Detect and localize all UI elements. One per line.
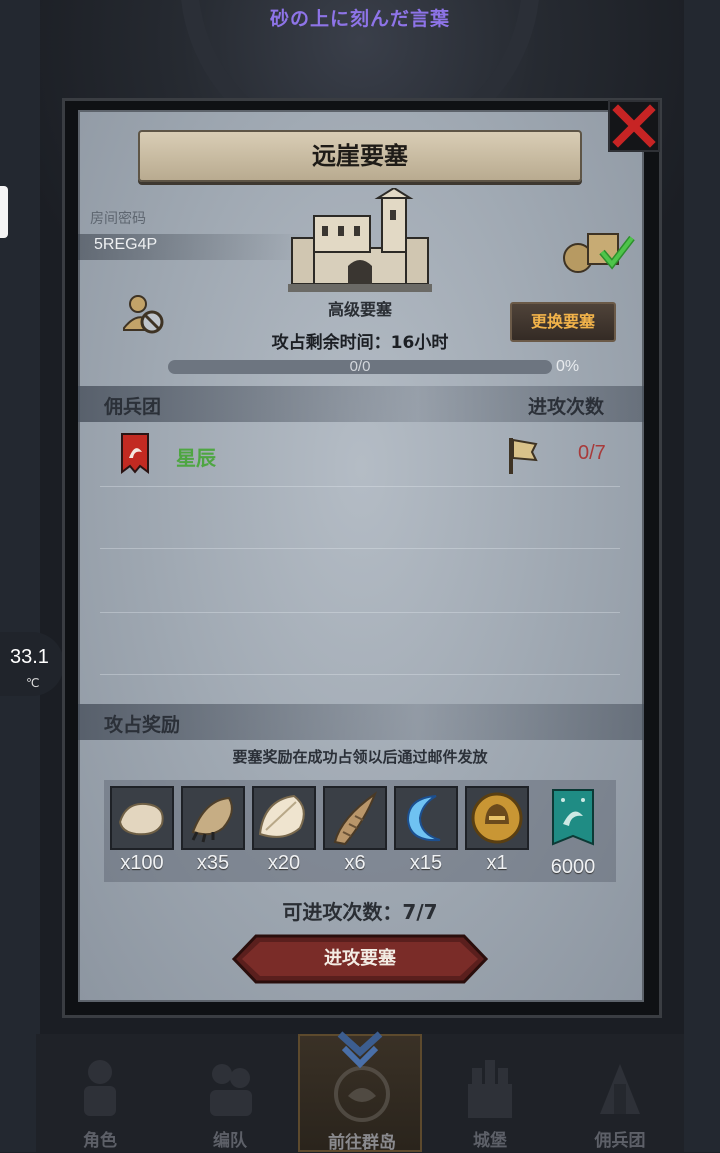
- mercenary-attack-count: 0/7: [578, 442, 606, 464]
- helmet-medal-icon: [471, 792, 523, 844]
- reward-quantity: 6000: [550, 856, 596, 878]
- row-divider: [100, 486, 620, 487]
- row-divider: [100, 674, 620, 675]
- reward-slot: [181, 786, 245, 850]
- beast-claw-icon: [191, 796, 233, 843]
- reward-item[interactable]: x6: [323, 786, 387, 875]
- guild-banner-icon: [121, 433, 149, 474]
- reward-quantity: x6: [344, 852, 366, 874]
- top-banner: 砂の上に刻んだ言葉: [269, 8, 450, 30]
- progress-percent: 0%: [556, 358, 580, 375]
- temperature-value: 33.1: [10, 646, 49, 668]
- nav-label: 城堡: [473, 1131, 507, 1151]
- mercenary-icon: [600, 1064, 640, 1114]
- nav-item-character[interactable]: 角色: [38, 1034, 162, 1152]
- reward-quantity: x20: [267, 852, 301, 874]
- side-handle-icon[interactable]: [0, 186, 8, 238]
- reward-quantity: x15: [409, 852, 443, 874]
- fortress-grade: 高级要塞: [327, 300, 392, 319]
- nav-item-castle[interactable]: 城堡: [428, 1034, 552, 1152]
- nav-label: 佣兵团: [594, 1131, 646, 1151]
- reward-slot: [252, 786, 316, 850]
- attack-fortress-label: 进攻要塞: [324, 948, 396, 969]
- reward-item[interactable]: x100: [110, 786, 174, 875]
- squad-icon: [210, 1064, 252, 1116]
- right-edge: [684, 0, 720, 1152]
- nav-label: 角色: [83, 1131, 117, 1151]
- guild-banner-icon: [552, 789, 594, 846]
- remaining-attempts: 可进攻次数：7/7: [282, 900, 438, 924]
- attack-flag-icon: [509, 438, 538, 474]
- nav-item-mercenary[interactable]: 佣兵团: [558, 1034, 682, 1152]
- fur-pelt-icon: [118, 802, 164, 836]
- no-user-icon[interactable]: [122, 292, 166, 336]
- switch-fortress-button[interactable]: 更换要塞: [510, 302, 616, 342]
- reward-item[interactable]: x15: [394, 786, 458, 875]
- knight-icon: [84, 1060, 116, 1116]
- reward-quantity: x100: [120, 852, 164, 874]
- reward-item[interactable]: 6000: [541, 786, 605, 879]
- nav-label: 编队: [213, 1131, 247, 1151]
- horn-icon: [333, 791, 378, 846]
- occupation-time-left: 攻占剩余时间：16小时: [271, 333, 449, 353]
- blue-crescent-icon: [406, 795, 441, 842]
- nav-label: 前往群岛: [328, 1133, 396, 1153]
- mercenary-name[interactable]: 星辰: [176, 442, 216, 471]
- temperature-unit: ℃: [26, 676, 40, 690]
- chevron-down-icon: [337, 1031, 383, 1069]
- modal-title: 远崖要塞: [138, 130, 582, 182]
- reward-note: 要塞奖励在成功占领以后通过邮件发放: [232, 748, 488, 766]
- feather-hide-icon: [258, 794, 305, 838]
- reward-quantity: x1: [486, 852, 508, 874]
- mercenary-header: 佣兵团: [104, 396, 162, 418]
- close-icon: [612, 104, 656, 148]
- nav-item-squad[interactable]: 编队: [168, 1034, 292, 1152]
- row-divider: [100, 612, 620, 613]
- reward-item[interactable]: x35: [181, 786, 245, 875]
- room-code-label: 房间密码: [90, 211, 146, 227]
- reward-item[interactable]: x1: [465, 786, 529, 875]
- reward-slot: [394, 786, 458, 850]
- attack-count-header: 进攻次数: [528, 396, 605, 418]
- row-divider: [100, 548, 620, 549]
- left-edge: [0, 0, 40, 1152]
- reward-slot: [323, 786, 387, 850]
- temperature-widget: 33.1 ℃: [0, 632, 64, 696]
- reward-header: 攻占奖励: [104, 714, 181, 736]
- fortress-icon: [288, 188, 432, 292]
- reward-slot: [465, 786, 529, 850]
- reward-quantity: x35: [196, 852, 230, 874]
- attack-fortress-button[interactable]: 进攻要塞: [232, 934, 488, 984]
- progress-text: 0/0: [349, 358, 371, 375]
- reward-item[interactable]: x20: [252, 786, 316, 875]
- castle-icon: [468, 1060, 512, 1118]
- supply-ready-icon[interactable]: [560, 226, 636, 274]
- room-code: 5REG4P: [94, 236, 158, 253]
- close-button[interactable]: [608, 100, 660, 152]
- reward-slot: [110, 786, 174, 850]
